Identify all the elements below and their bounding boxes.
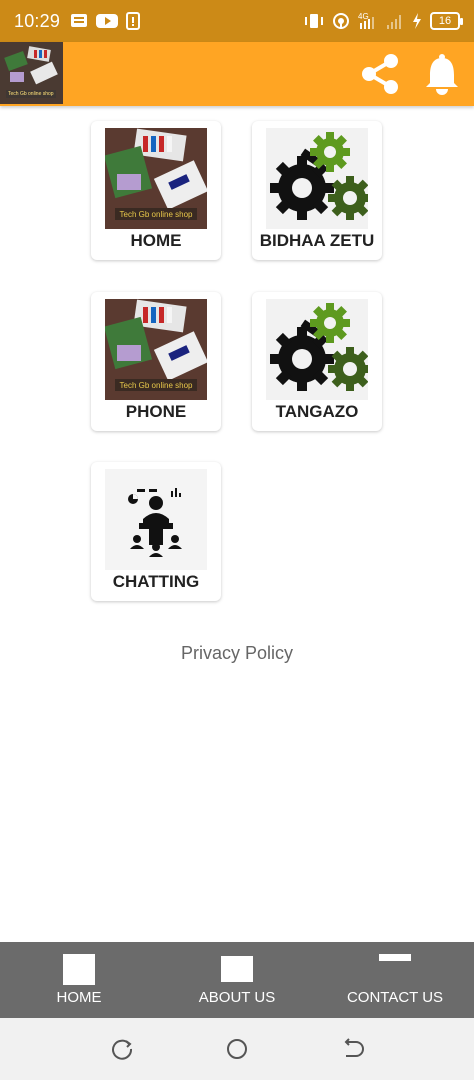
- svg-text:4G: 4G: [358, 12, 369, 21]
- home-system-button[interactable]: [224, 1036, 250, 1062]
- share-icon: [362, 54, 398, 94]
- meeting-icon: [105, 469, 207, 570]
- tile-label: HOME: [130, 231, 182, 250]
- notifications-button[interactable]: [419, 49, 465, 99]
- status-time: 10:29: [14, 10, 61, 31]
- nav-home-label: HOME: [56, 989, 102, 1006]
- message-icon: [71, 14, 88, 27]
- home-nav-icon: [63, 954, 95, 985]
- back-icon: [344, 1038, 364, 1057]
- contact-nav-icon: [379, 954, 411, 961]
- battery-indicator: 16: [430, 12, 463, 30]
- signal-icon: [387, 15, 401, 29]
- charging-icon: [413, 13, 421, 29]
- recents-button[interactable]: [109, 1036, 135, 1062]
- privacy-policy-link[interactable]: Privacy Policy: [0, 643, 474, 664]
- back-button[interactable]: [340, 1036, 366, 1062]
- shop-photo-caption: Tech Gb online shop: [119, 210, 193, 219]
- app-logo-text: Tech Gb online shop: [8, 91, 54, 97]
- phone-update-icon: [126, 12, 141, 30]
- nav-about-label: ABOUT US: [198, 989, 276, 1006]
- tile-label: CHATTING: [112, 572, 200, 591]
- tile-bidhaa-zetu[interactable]: BIDHAA ZETU: [252, 121, 382, 260]
- nav-contact-us[interactable]: CONTACT US: [338, 942, 452, 1018]
- bell-icon: [426, 54, 458, 95]
- about-nav-icon: [221, 956, 253, 982]
- app-logo[interactable]: Tech Gb online shop: [0, 42, 63, 104]
- app-toolbar: Tech Gb online shop: [0, 42, 474, 106]
- 4g-signal-icon: 4G: [358, 12, 374, 29]
- tile-phone[interactable]: Tech Gb online shop PHONE: [91, 292, 221, 431]
- nav-contact-label: CONTACT US: [346, 989, 444, 1006]
- recents-icon: [112, 1039, 133, 1060]
- youtube-icon: [96, 14, 119, 28]
- hotspot-icon: [333, 13, 349, 29]
- system-navigation-bar: [0, 1018, 474, 1080]
- vibrate-icon: [305, 14, 323, 28]
- tile-label: TANGAZO: [275, 402, 359, 421]
- shop-photo: Tech Gb online shop: [105, 128, 207, 229]
- tile-home[interactable]: Tech Gb online shop HOME: [91, 121, 221, 260]
- shop-photo-caption: Tech Gb online shop: [119, 381, 193, 390]
- tile-label: BIDHAA ZETU: [259, 231, 375, 250]
- shop-photo: Tech Gb online shop: [105, 299, 207, 400]
- share-button[interactable]: [355, 49, 405, 99]
- tile-label: PHONE: [125, 402, 187, 421]
- gears-icon: [266, 128, 368, 229]
- gears-icon: [266, 299, 368, 400]
- status-bar: 10:29 4G 16: [0, 0, 474, 42]
- home-circle-icon: [227, 1039, 247, 1059]
- tile-chatting[interactable]: CHATTING: [91, 462, 221, 601]
- bottom-navigation: HOME ABOUT US CONTACT US: [0, 942, 474, 1018]
- nav-about-us[interactable]: ABOUT US: [190, 942, 284, 1018]
- tile-tangazo[interactable]: TANGAZO: [252, 292, 382, 431]
- nav-home[interactable]: HOME: [40, 942, 118, 1018]
